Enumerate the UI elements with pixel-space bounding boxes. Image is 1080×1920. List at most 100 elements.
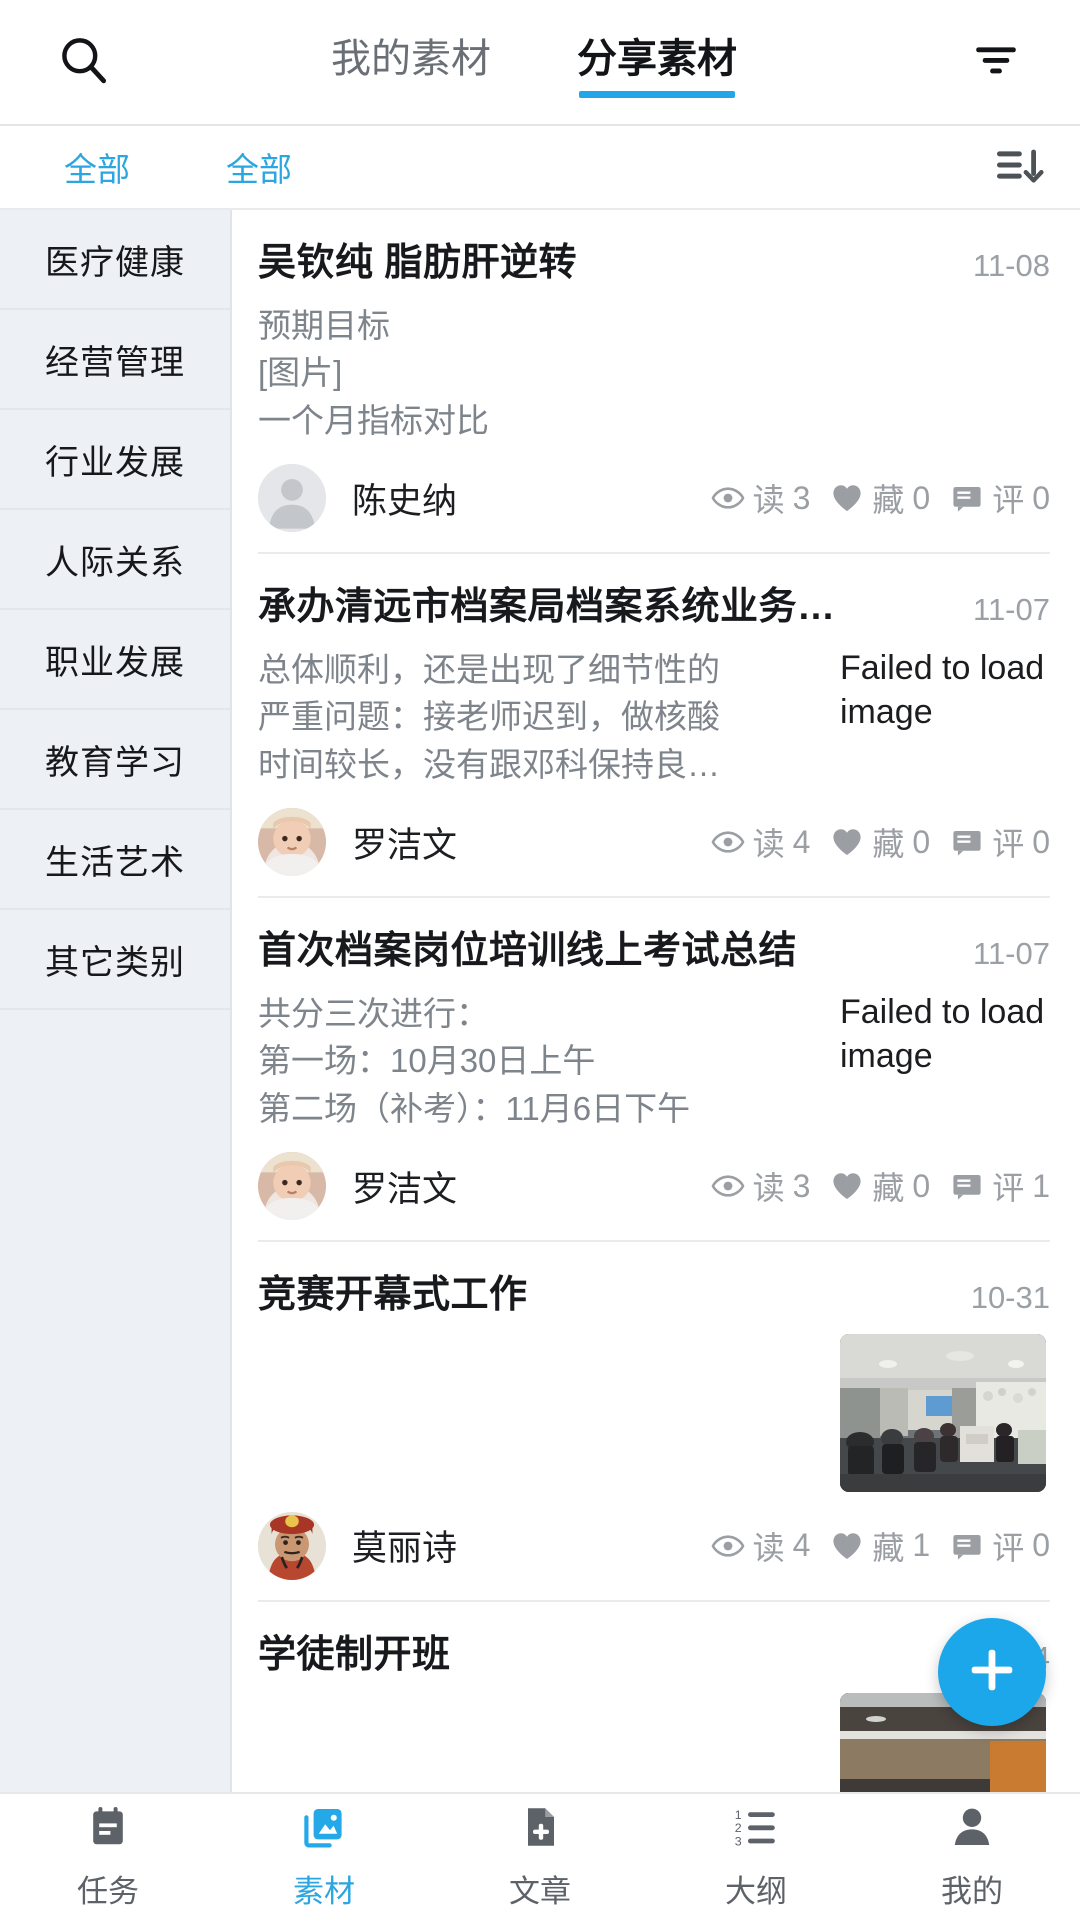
card-date: 11-07 [973, 592, 1050, 628]
card-snippet: 预期目标 [图片] 一个月指标对比 [258, 302, 1050, 445]
stat-read: 读 3 [711, 1163, 810, 1209]
card-title: 承办清远市档案局档案系统业务… [258, 586, 836, 629]
svg-text:3: 3 [735, 1834, 742, 1848]
sidebar-item-industry-development[interactable]: 行业发展 [0, 410, 230, 510]
nav-item-materials[interactable]: 素材 [216, 1794, 432, 1920]
heart-icon [830, 1529, 864, 1563]
document-add-icon [516, 1803, 564, 1856]
stat-read-label: 读 [752, 1529, 785, 1566]
card-header: 吴钦纯 脂肪肝逆转 11-08 [258, 240, 1050, 288]
sidebar-item-label: 行业发展 [45, 443, 185, 482]
card-header: 首次档案岗位培训线上考试总结 11-07 [258, 928, 1050, 976]
card-snippet-line: 总体顺利，还是出现了细节性的 [258, 650, 720, 688]
material-feed-list[interactable]: 吴钦纯 脂肪肝逆转 11-08 预期目标 [图片] 一个月指标对比 陈史纳 读 … [232, 210, 1080, 1792]
comment-icon [950, 481, 984, 515]
card-footer: 罗洁文 读 4 藏 0 评 0 [258, 808, 1050, 877]
tab-my-materials[interactable]: 我的素材 [331, 26, 491, 98]
sidebar-item-life-arts[interactable]: 生活艺术 [0, 810, 230, 910]
sidebar-item-label: 生活艺术 [45, 843, 185, 882]
card-date: 11-08 [973, 248, 1050, 283]
sidebar-item-medical-health[interactable]: 医疗健康 [0, 210, 230, 310]
card-snippet-line: [图片] [258, 354, 343, 392]
eye-icon [711, 1169, 745, 1203]
list-item[interactable]: 竞赛开幕式工作 10-31 莫丽诗 读 4 藏 1 评 0 [258, 1242, 1050, 1602]
sort-button[interactable] [984, 135, 1054, 199]
filter-button[interactable] [958, 26, 1034, 98]
stat-favorite-label: 藏 [872, 482, 905, 519]
thumbnail-photo[interactable] [840, 1333, 1046, 1492]
card-title: 首次档案岗位培训线上考试总结 [258, 930, 798, 973]
scope-filter-chip[interactable]: 全部 [226, 143, 292, 191]
card-footer: 陈史纳 读 3 藏 0 评 0 [258, 464, 1050, 533]
top-app-bar: 我的素材 分享素材 [0, 0, 1080, 126]
sidebar-item-education-learning[interactable]: 教育学习 [0, 710, 230, 810]
stat-read-label: 读 [752, 826, 785, 863]
stat-comment-label: 评 [992, 482, 1025, 519]
sidebar-item-label: 职业发展 [45, 643, 185, 682]
sidebar-item-interpersonal[interactable]: 人际关系 [0, 510, 230, 610]
stat-read-count: 4 [792, 823, 811, 860]
card-thumbnail[interactable] [840, 1333, 1050, 1492]
stat-comment-count: 0 [1032, 823, 1050, 860]
card-snippet-line: 第二场（补考）：11月6日下午 [258, 1089, 691, 1127]
stat-favorite-label: 藏 [872, 1529, 905, 1566]
stat-comment: 评 0 [950, 819, 1050, 865]
heart-icon [830, 1169, 864, 1203]
heart-icon [830, 481, 864, 515]
avatar[interactable] [258, 1511, 326, 1580]
avatar[interactable] [258, 464, 326, 533]
card-snippet-line: 时间较长，没有跟邓科保持良… [258, 745, 720, 783]
sidebar-item-label: 医疗健康 [45, 243, 185, 282]
stat-favorite-count: 0 [912, 1167, 931, 1204]
sidebar-item-other[interactable]: 其它类别 [0, 910, 230, 1010]
comment-icon [950, 1169, 984, 1203]
nav-item-tasks[interactable]: 任务 [0, 1794, 216, 1920]
stat-favorite: 藏 0 [830, 819, 930, 865]
stat-read-label: 读 [752, 1170, 785, 1207]
nav-item-outline[interactable]: 1 2 3 大纲 [648, 1794, 864, 1920]
card-author: 罗洁文 [352, 825, 458, 865]
svg-text:1: 1 [735, 1808, 742, 1822]
nav-item-profile-label: 我的 [941, 1874, 1003, 1909]
sidebar-item-label: 教育学习 [45, 743, 185, 782]
nav-item-articles-label: 文章 [509, 1874, 571, 1909]
avatar[interactable] [258, 1152, 326, 1221]
comment-icon [950, 1529, 984, 1563]
avatar[interactable] [258, 808, 326, 877]
card-footer: 莫丽诗 读 4 藏 1 评 0 [258, 1511, 1050, 1580]
card-snippet-line: 共分三次进行： [258, 994, 489, 1032]
sidebar-item-business-management[interactable]: 经营管理 [0, 310, 230, 410]
image-library-icon [300, 1803, 348, 1856]
nav-item-articles[interactable]: 文章 [432, 1794, 648, 1920]
card-thumbnail[interactable]: Failed to load image [840, 646, 1050, 734]
list-item[interactable]: 吴钦纯 脂肪肝逆转 11-08 预期目标 [图片] 一个月指标对比 陈史纳 读 … [258, 210, 1050, 555]
filter-bar: 全部 全部 [0, 126, 1080, 210]
add-material-fab[interactable] [938, 1618, 1046, 1726]
sidebar-item-label: 人际关系 [45, 543, 185, 582]
card-snippet-line: 一个月指标对比 [258, 401, 489, 439]
svg-text:2: 2 [735, 1821, 742, 1835]
card-snippet-line: 预期目标 [258, 306, 390, 344]
stat-read: 读 4 [711, 1523, 810, 1569]
portrait-avatar-image [258, 1511, 326, 1580]
sidebar-item-career-development[interactable]: 职业发展 [0, 610, 230, 710]
card-snippet: 共分三次进行： 第一场：10月30日上午 第二场（补考）：11月6日下午 [258, 990, 822, 1133]
card-body: 总体顺利，还是出现了细节性的 严重问题：接老师迟到，做核酸 时间较长，没有跟邓科… [258, 646, 1050, 789]
list-item[interactable]: 首次档案岗位培训线上考试总结 11-07 共分三次进行： 第一场：10月30日上… [258, 898, 1050, 1243]
card-body [258, 1333, 1050, 1492]
app-root: 我的素材 分享素材 全部 全部 医疗健康 经营管理 行业发展 人际关系 职业发展… [0, 0, 1080, 1920]
nav-item-profile[interactable]: 我的 [864, 1794, 1080, 1920]
category-filter-chip[interactable]: 全部 [64, 143, 130, 191]
filter-icon [969, 33, 1023, 92]
eye-icon [711, 1529, 745, 1563]
tab-shared-materials[interactable]: 分享素材 [577, 26, 737, 98]
content-area: 医疗健康 经营管理 行业发展 人际关系 职业发展 教育学习 生活艺术 其它类别 [0, 210, 1080, 1792]
conference-room-photo [840, 1333, 1046, 1492]
category-sidebar[interactable]: 医疗健康 经营管理 行业发展 人际关系 职业发展 教育学习 生活艺术 其它类别 [0, 210, 232, 1792]
list-item[interactable]: 学徒制开班 4 [258, 1602, 1050, 1792]
card-thumbnail[interactable]: Failed to load image [840, 990, 1050, 1078]
stat-comment-count: 0 [1032, 479, 1050, 516]
list-item[interactable]: 承办清远市档案局档案系统业务… 11-07 总体顺利，还是出现了细节性的 严重问… [258, 554, 1050, 899]
card-header: 学徒制开班 4 [258, 1632, 1050, 1680]
bottom-navigation-bar: 任务 素材 文章 1 2 3 大纲 我的 [0, 1792, 1080, 1920]
